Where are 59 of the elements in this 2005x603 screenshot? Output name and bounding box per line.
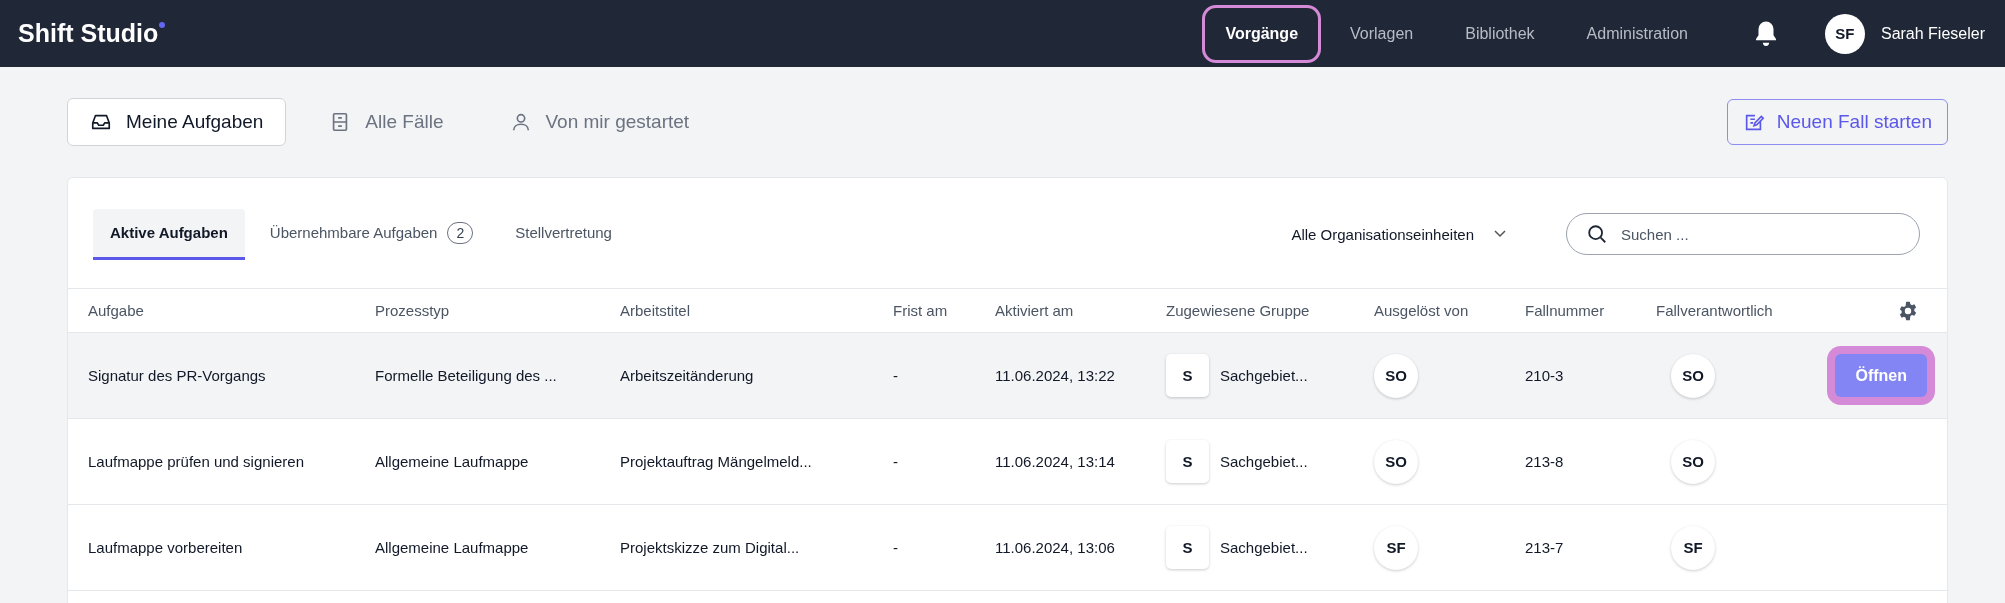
table-cell: Sachgebiet... [1220,367,1308,384]
table-cell: Sachgebiet... [1220,453,1308,470]
table-cell-text: Signatur des PR-Vorgangs [88,367,267,384]
table-cell-text: Laufmappe vorbereiten [88,539,244,556]
task-tab[interactable]: Stellvertretung [498,208,629,260]
search-field[interactable]: Suchen ... [1566,213,1920,255]
user-avatar: SF [1374,525,1418,570]
view-tab[interactable]: Alle Fälle [306,98,467,146]
view-tab[interactable]: Von mir gestartet [486,98,713,146]
table-cell-text: - [893,453,899,470]
org-unit-dropdown[interactable]: Alle Organisationseinheiten [1285,224,1512,244]
table-row-highlight[interactable]: Signatur des PR-Vorgangs Formelle Beteiligung des ... Arbeitszeitänderung - 11.06.2024, 13:22 S Sachgebiet... SO 210-3 SO Öffnen [68,333,1947,419]
table-cell-text: 11.06.2024, 13:22 [995,367,1116,384]
task-tab[interactable]: Übernehmbare Aufgaben 2 [252,208,491,260]
dot-icon [159,22,166,28]
column-header[interactable]: Arbeitstitel [620,302,893,319]
table-cell-text: Formelle Beteiligung des ... [375,367,558,384]
table-cell-text: 213-7 [1525,539,1565,556]
new-case-button[interactable]: Neuen Fall starten [1726,99,1948,145]
group-badge: S [1166,526,1209,569]
column-header[interactable]: Fallverantwortlich [1656,302,1816,319]
table-cell: Sachgebiet... [1220,539,1308,556]
table-cell-text: Allgemeine Laufmappe [375,539,530,556]
table-cell-text: 11.06.2024, 13:14 [995,453,1116,470]
column-header[interactable]: Aktiviert am [995,302,1166,319]
table-cell-text: Laufmappe prüfen und signieren [88,453,305,470]
table-cell-text: Projektskizze zum Digital... [620,539,801,556]
user-avatar: SF [1671,525,1715,570]
table-cell-text: Arbeitszeitänderung [620,367,755,384]
nav-link[interactable]: Vorgänge [1202,4,1322,63]
table-cell-text: 11.06.2024, 13:06 [995,539,1116,556]
group-badge: S [1166,440,1209,483]
column-header[interactable]: Fallnummer [1525,302,1656,319]
view-tab[interactable]: Meine Aufgaben [67,98,287,146]
table-cell-text: - [893,539,899,556]
table-cell-text: 213-8 [1525,453,1565,470]
user-avatar: SO [1374,353,1418,398]
table-cell-text: Projektauftrag Mängelmeld... [620,453,813,470]
column-header[interactable]: Aufgabe [88,302,375,319]
chevron-down-icon [1494,230,1506,238]
table-cell-text: 210-3 [1525,367,1565,384]
app-logo[interactable]: Shift Studio [18,19,159,48]
user-avatar: SO [1671,439,1715,484]
table-cell-text: Allgemeine Laufmappe [375,453,530,470]
user-avatar: SO [1374,439,1418,484]
column-header[interactable]: Ausgelöst von [1374,302,1525,319]
nav-link[interactable]: Vorlagen [1327,4,1437,63]
settings-icon[interactable] [1897,299,1919,322]
task-tab[interactable]: Aktive Aufgaben [93,208,245,260]
nav-link[interactable]: Administration [1563,4,1711,63]
column-header[interactable]: Prozesstyp [375,302,620,319]
column-header[interactable]: Frist am [893,302,995,319]
user-avatar: SO [1671,353,1715,398]
column-header[interactable]: Zugewiesene Gruppe [1166,302,1374,319]
user-avatar[interactable]: SF [1824,13,1865,54]
group-badge: S [1166,354,1209,397]
user-name[interactable]: Sarah Fieseler [1880,24,1985,43]
nav-link[interactable]: Bibliothek [1442,4,1558,63]
table-cell-text: - [893,367,899,384]
